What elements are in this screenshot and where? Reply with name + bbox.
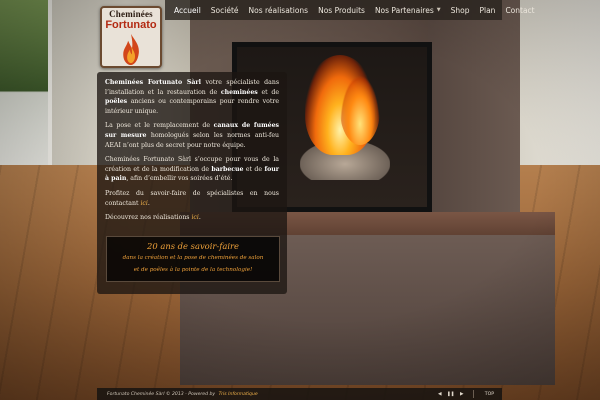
nav-item-accueil[interactable]: Accueil xyxy=(169,6,206,15)
contact-link[interactable]: ici xyxy=(140,200,147,207)
keyword-poeles: poêles xyxy=(105,98,128,106)
intro-paragraph-1: Cheminées Fortunato Sàrl votre spécialis… xyxy=(105,78,279,116)
text: Profitez du savoir-faire de spécialistes… xyxy=(105,189,279,207)
intro-paragraph-3: Cheminées Fortunato Sàrl s’occupe pour v… xyxy=(105,155,279,184)
prev-slide-icon[interactable]: ◀ xyxy=(436,392,444,397)
site-logo[interactable]: Cheminées Fortunato xyxy=(100,6,162,68)
logo-line1: Cheminées xyxy=(109,9,153,19)
nav-item-plan[interactable]: Plan xyxy=(474,6,500,15)
photo-vignette xyxy=(0,0,600,400)
text: Découvrez nos réalisations xyxy=(105,214,192,222)
divider xyxy=(472,390,474,398)
promo-box: 20 ans de savoir-faire dans la création … xyxy=(106,236,280,282)
intro-paragraph-2: La pose et le remplacement de canaux de … xyxy=(105,121,279,150)
text: . xyxy=(147,199,150,207)
text: La pose et le remplacement de xyxy=(105,122,214,130)
background-photo xyxy=(0,0,600,400)
slideshow-controls: ◀ ❚❚ ▶ TOP xyxy=(436,388,494,400)
text: et de xyxy=(257,88,279,96)
nav-item-contact[interactable]: Contact xyxy=(500,6,539,15)
footer-powered-by-link[interactable]: Tris Informatique xyxy=(219,392,258,397)
company-name: Cheminées Fortunato Sàrl xyxy=(105,79,201,86)
pause-icon[interactable]: ❚❚ xyxy=(447,392,455,397)
footer-bar: Fortunato Cheminée Sàrl © 2013 - Powered… xyxy=(97,388,502,400)
keyword-barbecue: barbecue xyxy=(211,165,244,173)
text: , afin d’embellir vos soirées d’été. xyxy=(126,175,233,183)
realisations-link[interactable]: ici xyxy=(191,214,198,221)
nav-item-partenaires-label: Nos Partenaires xyxy=(374,5,434,15)
chevron-down-icon: ▼ xyxy=(436,7,441,13)
intro-paragraph-5: Découvrez nos réalisations ici. xyxy=(105,213,279,223)
next-slide-icon[interactable]: ▶ xyxy=(458,392,466,397)
nav-item-shop[interactable]: Shop xyxy=(446,6,475,15)
back-to-top-button[interactable]: TOP xyxy=(485,392,494,397)
footer-copyright: Fortunato Cheminée Sàrl © 2013 - Powered… xyxy=(107,392,258,397)
promo-line-2: et de poêles à la pointe de la technolog… xyxy=(133,267,253,273)
nav-item-partenaires[interactable]: Nos Partenaires ▼ xyxy=(370,6,446,15)
text: anciens ou contemporains pour rendre vot… xyxy=(105,98,279,115)
keyword-cheminees: cheminées xyxy=(220,88,258,96)
nav-item-realisations[interactable]: Nos réalisations xyxy=(244,6,314,15)
flame-logo-icon xyxy=(123,33,139,66)
nav-item-societe[interactable]: Société xyxy=(206,6,244,15)
promo-title: 20 ans de savoir-faire xyxy=(147,241,239,251)
text: et de xyxy=(243,165,265,173)
nav-item-produits[interactable]: Nos Produits xyxy=(313,6,370,15)
promo-line-1: dans la création et la pose de cheminées… xyxy=(122,255,264,261)
text: . xyxy=(198,214,201,222)
intro-paragraph-4: Profitez du savoir-faire de spécialistes… xyxy=(105,189,279,208)
logo-line2: Fortunato xyxy=(105,19,157,31)
main-nav: Accueil Société Nos réalisations Nos Pro… xyxy=(165,0,535,20)
footer-copyright-text: Fortunato Cheminée Sàrl © 2013 - Powered… xyxy=(107,391,216,397)
